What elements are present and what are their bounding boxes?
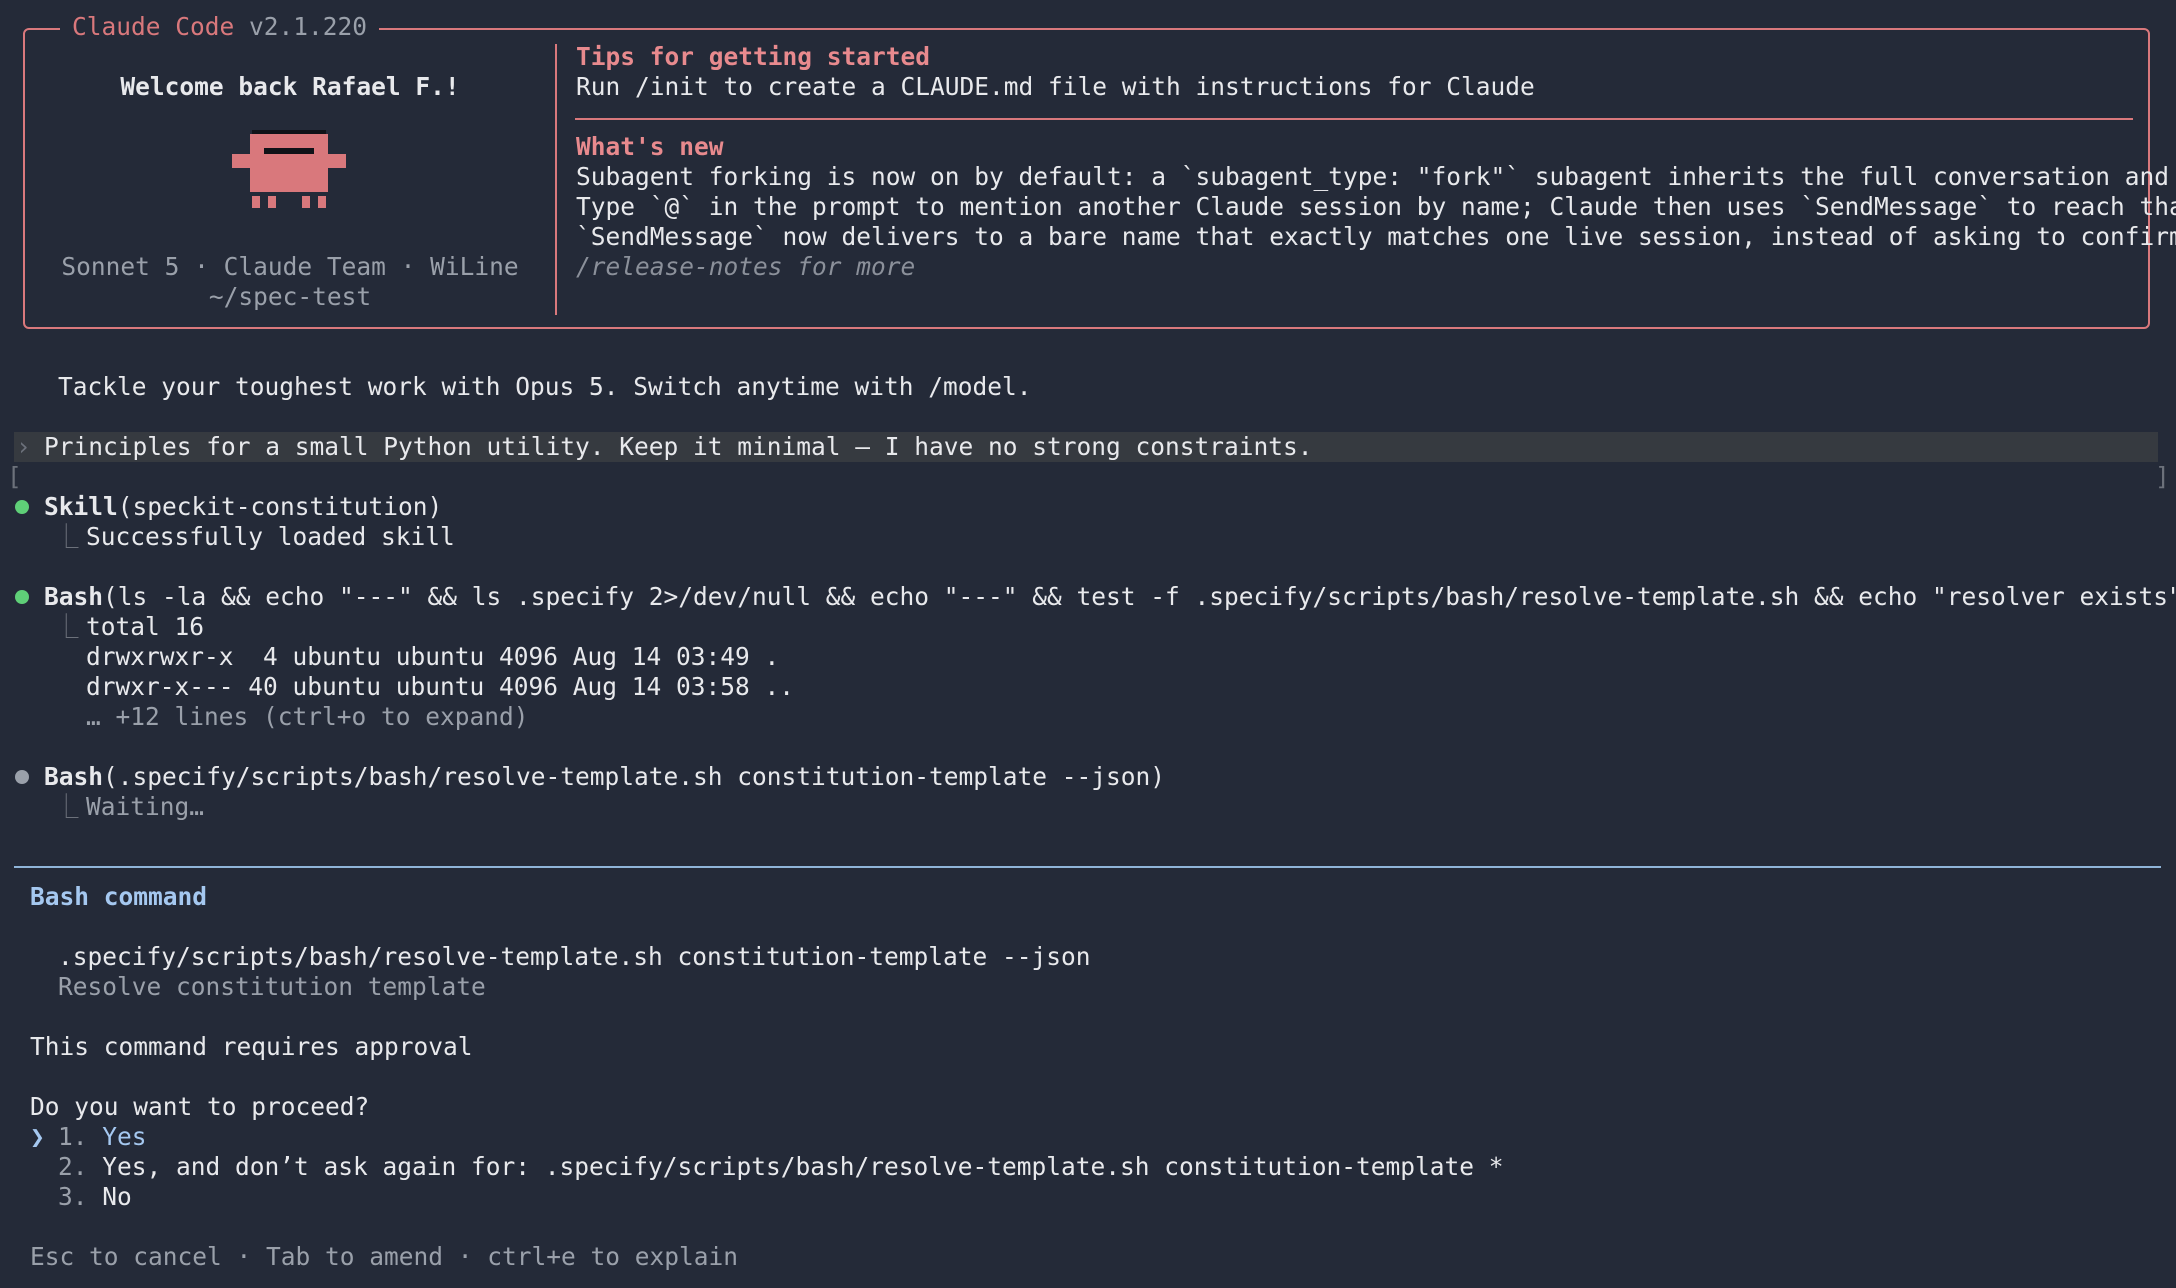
tool-name: Bash — [44, 762, 104, 791]
tool-waiting-status: Waiting… — [86, 792, 205, 821]
tool-args: (speckit-constitution) — [117, 492, 443, 521]
option-label: Yes — [102, 1122, 147, 1151]
tool-name: Skill — [44, 492, 118, 521]
account-meta: Sonnet 5 · Claude Team · WiLine — [61, 252, 519, 281]
tool-status-pending-icon — [15, 770, 29, 784]
tool-name: Bash — [44, 582, 104, 611]
release-notes-hint: /release-notes for more — [576, 252, 916, 281]
working-directory: ~/spec-test — [208, 282, 372, 311]
prompt-chevron-icon: › — [16, 432, 31, 461]
option-yes[interactable]: 1. Yes — [58, 1122, 147, 1152]
expand-output-hint[interactable]: … +12 lines (ctrl+o to expand) — [86, 702, 529, 732]
whats-new-item: `SendMessage` now delivers to a bare nam… — [576, 222, 2176, 251]
whats-new-heading: What's new — [576, 132, 724, 161]
model-notice: Tackle your toughest work with Opus 5. S… — [58, 372, 1032, 401]
tips-divider — [575, 118, 2133, 120]
tree-branch-icon: ⎿ — [54, 612, 79, 641]
tool-args: (.specify/scripts/bash/resolve-template.… — [103, 762, 1166, 791]
whats-new-item: Type `@` in the prompt to mention anothe… — [576, 192, 2176, 221]
tool-status-done-icon — [15, 590, 29, 604]
tool-output-line: drwxr-x--- 40 ubuntu ubuntu 4096 Aug 14 … — [86, 672, 795, 701]
approval-command: .specify/scripts/bash/resolve-template.s… — [58, 942, 1091, 971]
option-number: 2. — [58, 1152, 88, 1181]
tool-output-line: Successfully loaded skill — [86, 522, 455, 551]
approval-description: Resolve constitution template — [58, 972, 486, 1001]
tool-call-bash[interactable]: Bash(ls -la && echo "---" && ls .specify… — [44, 582, 2176, 612]
tool-args: (ls -la && echo "---" && ls .specify 2>/… — [103, 582, 2176, 611]
welcome-panel-title: Claude Code v2.1.220 — [60, 12, 380, 42]
keyboard-hints: Esc to cancel · Tab to amend · ctrl+e to… — [30, 1242, 739, 1271]
tool-output-line: total 16 — [86, 612, 205, 641]
option-number: 1. — [58, 1122, 88, 1151]
approval-requirement: This command requires approval — [30, 1032, 473, 1061]
tool-call-skill[interactable]: Skill(speckit-constitution) — [44, 492, 442, 522]
app-version: v2.1.220 — [249, 12, 368, 41]
option-number: 3. — [58, 1182, 88, 1211]
tips-heading: Tips for getting started — [576, 42, 931, 71]
claude-mascot-icon — [232, 130, 346, 208]
option-label: No — [102, 1182, 132, 1211]
selection-cursor-icon: ❯ — [30, 1122, 45, 1151]
user-prompt-text: Principles for a small Python utility. K… — [44, 432, 1313, 461]
whats-new-item: Subagent forking is now on by default: a… — [576, 162, 2176, 191]
welcome-greeting: Welcome back Rafael F.! — [120, 72, 460, 101]
tips-line: Run /init to create a CLAUDE.md file wit… — [576, 72, 1535, 101]
tool-output-line: drwxrwxr-x 4 ubuntu ubuntu 4096 Aug 14 0… — [86, 642, 780, 671]
option-yes-dont-ask-again[interactable]: 2. Yes, and don’t ask again for: .specif… — [58, 1152, 1504, 1182]
approval-question: Do you want to proceed? — [30, 1092, 370, 1121]
left-bracket: [ — [7, 462, 22, 491]
tool-status-done-icon — [15, 500, 29, 514]
approval-divider — [14, 866, 2161, 868]
approval-title: Bash command — [30, 882, 208, 911]
app-name: Claude Code — [72, 12, 235, 41]
option-label: Yes, and don’t ask again for: .specify/s… — [102, 1152, 1504, 1181]
tree-branch-icon: ⎿ — [54, 792, 79, 821]
tree-branch-icon: ⎿ — [54, 522, 79, 551]
tool-call-bash-pending[interactable]: Bash(.specify/scripts/bash/resolve-templ… — [44, 762, 1165, 792]
option-no[interactable]: 3. No — [58, 1182, 132, 1212]
right-bracket: ] — [2155, 462, 2170, 491]
